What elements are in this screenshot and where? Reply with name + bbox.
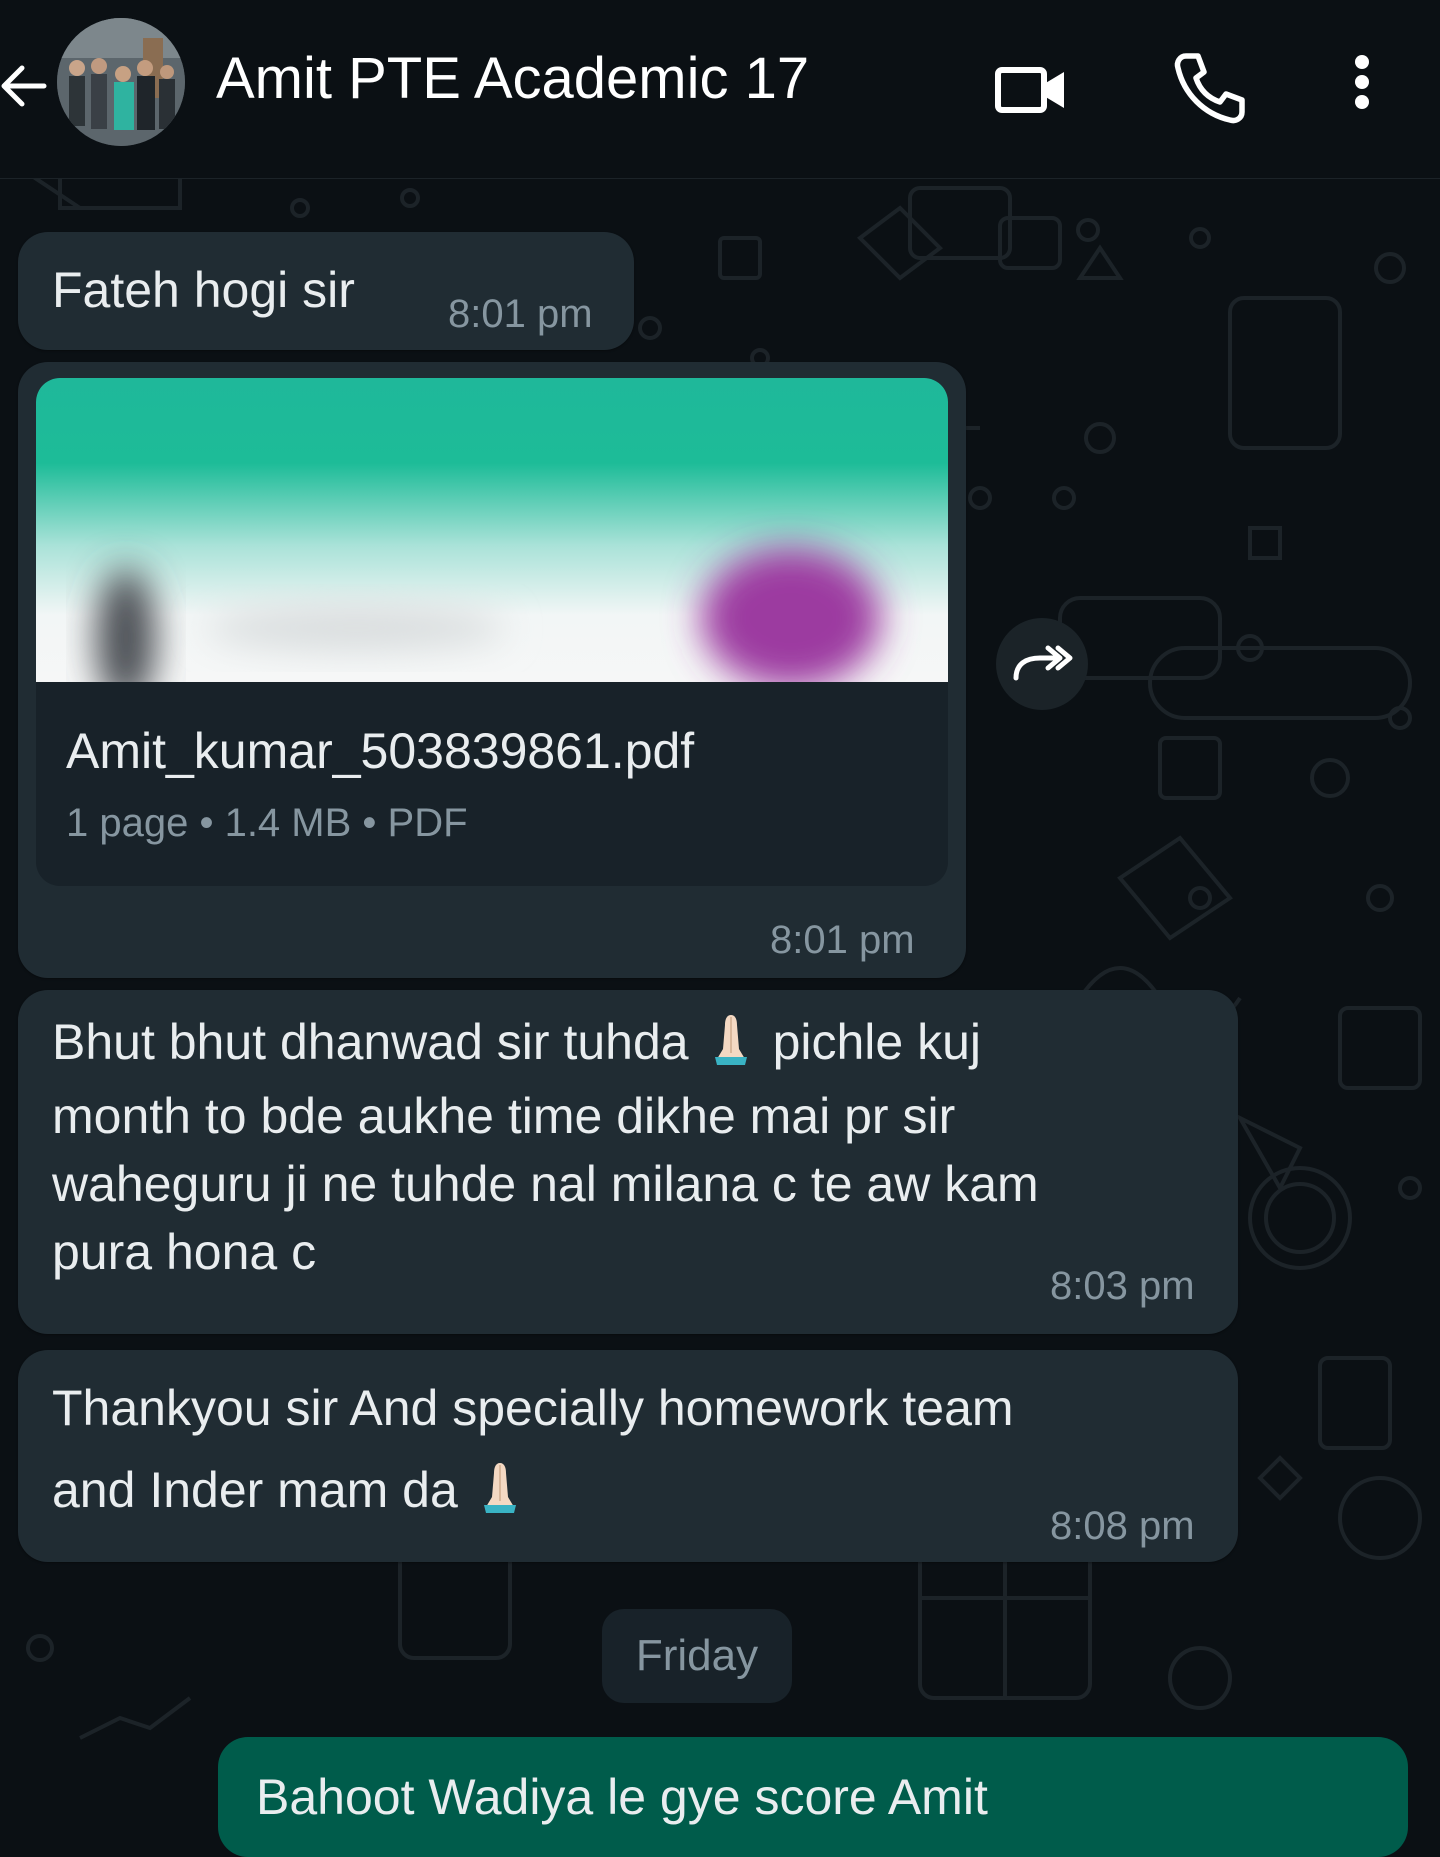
message-text: pura hona c	[52, 1224, 317, 1280]
avatar[interactable]	[57, 18, 185, 146]
folded-hands-icon	[701, 1009, 761, 1069]
blurred-preview	[36, 378, 948, 682]
message-text: waheguru ji ne tuhde nal milana c te aw …	[52, 1156, 1039, 1212]
forward-button[interactable]	[996, 618, 1088, 710]
document-file-name: Amit_kumar_503839861.pdf	[66, 723, 695, 779]
message-text: Thankyou sir And specially homework team	[52, 1380, 1014, 1436]
message-text: Bhut bhut dhanwad sir tuhda	[52, 1014, 689, 1070]
video-call-button[interactable]	[992, 48, 1072, 128]
phone-icon	[1174, 53, 1245, 124]
message-bubble[interactable]: Bhut bhut dhanwad sir tuhda pichle kuj m…	[18, 990, 1238, 1334]
arrow-left-icon	[1, 65, 47, 107]
document-thumbnail[interactable]	[36, 378, 948, 682]
chat-title[interactable]: Amit PTE Academic 17	[216, 44, 809, 114]
message-text: Fateh hogi sir	[52, 262, 355, 318]
forward-icon	[1013, 645, 1073, 681]
message-time: 8:01 pm	[770, 918, 915, 962]
folded-hands-icon	[470, 1457, 530, 1517]
document-message[interactable]: Amit_kumar_503839861.pdf 1 page • 1.4 MB…	[18, 362, 966, 978]
message-bubble[interactable]: Fateh hogi sir 8:01 pm	[18, 232, 634, 350]
message-text: and Inder mam da	[52, 1462, 458, 1518]
more-vertical-icon	[1355, 55, 1369, 109]
video-camera-icon	[995, 67, 1064, 113]
voice-call-button[interactable]	[1168, 48, 1248, 128]
message-text: Bahoot Wadiya le gye score Amit	[256, 1769, 988, 1825]
date-separator: Friday	[602, 1609, 792, 1703]
message-text: month to bde aukhe time dikhe mai pr sir	[52, 1088, 956, 1144]
group-photo	[57, 18, 185, 146]
menu-button[interactable]	[1324, 48, 1380, 128]
message-time: 8:01 pm	[448, 292, 593, 336]
message-time: 8:08 pm	[1050, 1504, 1195, 1548]
message-text: pichle kuj	[772, 1014, 982, 1070]
message-line: and Inder mam da	[52, 1456, 542, 1524]
chat-header: Amit PTE Academic 17	[0, 0, 1440, 179]
message-line: Bhut bhut dhanwad sir tuhda pichle kuj	[52, 1008, 981, 1076]
outgoing-message-bubble[interactable]: Bahoot Wadiya le gye score Amit	[218, 1737, 1408, 1857]
message-time: 8:03 pm	[1050, 1264, 1195, 1308]
document-card[interactable]: Amit_kumar_503839861.pdf 1 page • 1.4 MB…	[36, 378, 948, 886]
document-meta: 1 page • 1.4 MB • PDF	[66, 801, 468, 845]
message-bubble[interactable]: Thankyou sir And specially homework team…	[18, 1350, 1238, 1562]
back-button[interactable]	[0, 52, 48, 120]
